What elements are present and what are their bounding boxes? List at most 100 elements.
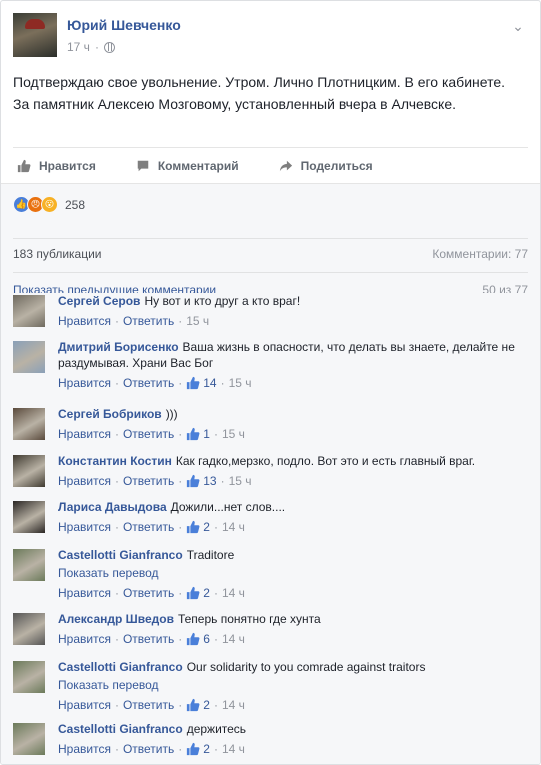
thumbs-up-icon <box>187 586 200 600</box>
comment-reply-link[interactable]: Ответить <box>123 313 174 329</box>
comment-likes[interactable]: 1 <box>186 426 210 442</box>
show-translation-link[interactable]: Показать перевод <box>58 565 528 581</box>
commenter-name[interactable]: Сергей Серов <box>58 294 140 308</box>
comment-likes[interactable]: 2 <box>186 697 210 713</box>
commenter-avatar[interactable] <box>13 408 45 440</box>
comment-likes[interactable]: 13 <box>186 473 217 489</box>
comment-actions: Нравится · Ответить · 1 · 15 ч <box>58 426 245 442</box>
commenter-name[interactable]: Castellotti Gianfranco <box>58 722 183 736</box>
comment-time[interactable]: 14 ч <box>222 585 245 601</box>
reactions-summary[interactable]: 👍 😠 😮 258 <box>13 196 85 213</box>
comment-like-link[interactable]: Нравится <box>58 585 111 601</box>
comment-text: Как гадко,мерзко, подло. Вот это и есть … <box>175 454 476 468</box>
comment-like-link[interactable]: Нравится <box>58 313 111 329</box>
comment-reply-link[interactable]: Ответить <box>123 631 174 647</box>
comment-item: Александр Шведов Теперь понятно где хунта… <box>13 611 528 647</box>
thumbs-up-icon <box>187 698 200 712</box>
thumbs-up-icon <box>187 474 200 488</box>
comment-reply-link[interactable]: Ответить <box>123 519 174 535</box>
share-label: Поделиться <box>300 158 373 173</box>
comment-like-link[interactable]: Нравится <box>58 473 111 489</box>
comment-reply-link[interactable]: Ответить <box>123 426 174 442</box>
comment-like-link[interactable]: Нравится <box>58 375 111 391</box>
comment-time[interactable]: 15 ч <box>229 375 252 391</box>
commenter-avatar[interactable] <box>13 341 45 373</box>
comment-like-count: 14 <box>203 376 217 390</box>
comment-item: Castellotti Gianfranco Traditore Показать … <box>13 547 528 601</box>
comment-reply-link[interactable]: Ответить <box>123 697 174 713</box>
comment-like-link[interactable]: Нравится <box>58 631 111 647</box>
comment-item: Сергей Бобриков))) Нравится · Ответить · 1 · 15… <box>13 406 528 442</box>
comment-likes[interactable]: 6 <box>186 631 210 647</box>
comment-icon <box>137 160 149 171</box>
commenter-name[interactable]: Александр Шведов <box>58 612 174 626</box>
commenter-avatar[interactable] <box>13 455 45 487</box>
share-icon <box>279 160 292 171</box>
comment-button[interactable]: Комментарий <box>136 159 239 173</box>
commenter-name[interactable]: Castellotti Gianfranco <box>58 660 183 674</box>
commenter-name[interactable]: Дмитрий Борисенко <box>58 340 179 354</box>
comments-count[interactable]: Комментарии: 77 <box>432 247 528 261</box>
comment-likes[interactable]: 14 <box>186 375 217 391</box>
comment-reply-link[interactable]: Ответить <box>123 375 174 391</box>
commenter-avatar[interactable] <box>13 723 45 755</box>
comment-text: Our solidarity to you comrade against tr… <box>186 660 426 674</box>
comment-like-link[interactable]: Нравится <box>58 426 111 442</box>
commenter-avatar[interactable] <box>13 613 45 645</box>
comment-time[interactable]: 15 ч <box>229 473 252 489</box>
comment-likes[interactable]: 2 <box>186 585 210 601</box>
globe-icon[interactable] <box>103 41 115 53</box>
comment-time[interactable]: 15 ч <box>186 313 209 329</box>
comment-text: Теперь понятно где хунта <box>177 612 321 626</box>
commenter-name[interactable]: Константин Костин <box>58 454 172 468</box>
thumbs-up-icon <box>187 520 200 534</box>
commenter-avatar[interactable] <box>13 549 45 581</box>
comment-like-count: 2 <box>203 586 210 600</box>
commenter-name[interactable]: Сергей Бобриков <box>58 407 162 421</box>
comment-like-link[interactable]: Нравится <box>58 741 111 757</box>
comment-actions: Нравится · Ответить · 6 · 14 ч <box>58 631 245 647</box>
comment-actions: Нравится · Ответить · 2 · 14 ч <box>58 741 245 757</box>
chevron-down-icon[interactable]: ⌄ <box>508 19 528 33</box>
post-time[interactable]: 17 ч <box>67 40 90 54</box>
comment-like-count: 6 <box>203 632 210 646</box>
comment-likes[interactable]: 2 <box>186 519 210 535</box>
post-text: Подтверждаю свое увольнение. Утром. Личн… <box>13 74 506 112</box>
commenter-name[interactable]: Лариса Давыдова <box>58 500 167 514</box>
facebook-post: Юрий Шевченко 17 ч · ⌄ Подтверждаю свое … <box>0 0 541 765</box>
comment-actions: Нравится · Ответить · 2 · 14 ч <box>58 519 245 535</box>
comment-actions: Нравится · Ответить · 2 · 14 ч <box>58 697 245 713</box>
comment-time[interactable]: 14 ч <box>222 741 245 757</box>
comment-time[interactable]: 14 ч <box>222 631 245 647</box>
author-avatar[interactable] <box>13 13 57 57</box>
like-button[interactable]: Нравится <box>17 159 96 173</box>
post-actions: Нравится Комментарий Поделиться <box>13 147 528 183</box>
reactions-count[interactable]: 258 <box>65 198 85 212</box>
comment-like-link[interactable]: Нравится <box>58 697 111 713</box>
commenter-avatar[interactable] <box>13 295 45 327</box>
author-name[interactable]: Юрий Шевченко <box>67 17 181 33</box>
comment-actions: Нравится · Ответить · 13 · 15 ч <box>58 473 252 489</box>
comment-item: Сергей Серов Ну вот и кто друг а кто враг… <box>13 293 528 329</box>
shares-count[interactable]: 183 публикации <box>13 247 102 261</box>
comment-time[interactable]: 14 ч <box>222 697 245 713</box>
post-meta: 17 ч · <box>67 40 115 54</box>
comment-item: Лариса Давыдова Дожили...нет слов.... Нрав… <box>13 499 528 535</box>
comment-time[interactable]: 14 ч <box>222 519 245 535</box>
comment-time[interactable]: 15 ч <box>222 426 245 442</box>
comment-likes[interactable]: 2 <box>186 741 210 757</box>
thumbs-up-icon <box>17 159 31 172</box>
commenter-avatar[interactable] <box>13 501 45 533</box>
comment-like-count: 1 <box>203 427 210 441</box>
comment-reply-link[interactable]: Ответить <box>123 585 174 601</box>
comment-reply-link[interactable]: Ответить <box>123 473 174 489</box>
share-button[interactable]: Поделиться <box>279 159 373 173</box>
comment-reply-link[interactable]: Ответить <box>123 741 174 757</box>
comment-text: держитесь <box>186 722 247 736</box>
commenter-avatar[interactable] <box>13 661 45 693</box>
comment-like-link[interactable]: Нравится <box>58 519 111 535</box>
show-translation-link[interactable]: Показать перевод <box>58 677 528 693</box>
comment-text: Ну вот и кто друг а кто враг! <box>144 294 301 308</box>
commenter-name[interactable]: Castellotti Gianfranco <box>58 548 183 562</box>
comment-like-count: 2 <box>203 698 210 712</box>
